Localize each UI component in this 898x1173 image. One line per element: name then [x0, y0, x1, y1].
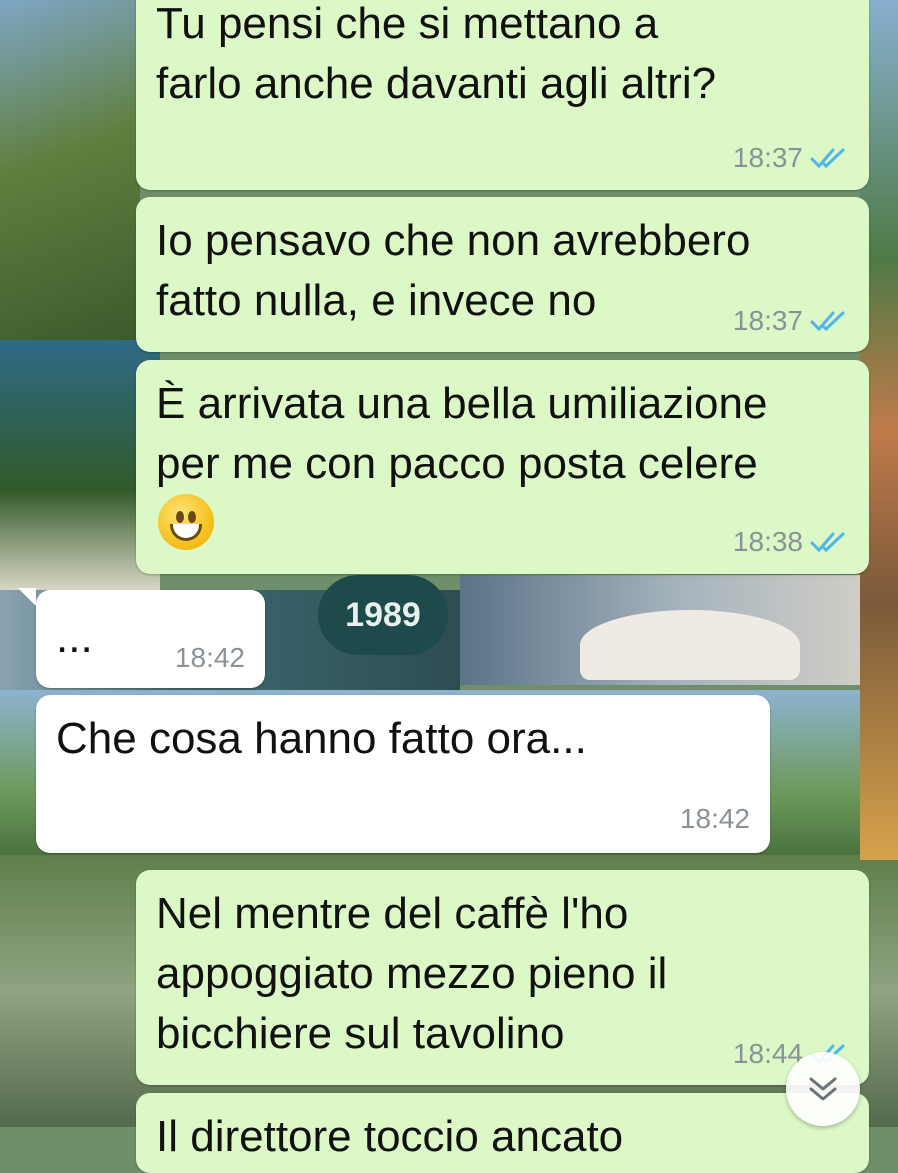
- message-meta: 18:37: [733, 305, 849, 337]
- message-bubble-incoming[interactable]: Che cosa hanno fatto ora... 18:42: [36, 695, 770, 853]
- message-time: 18:42: [679, 803, 750, 834]
- message-time: 18:38: [732, 526, 803, 557]
- message-time: 18:44: [732, 1038, 803, 1069]
- message-text: Che cosa hanno fatto ora...: [56, 714, 587, 763]
- message-meta: 18:42: [680, 803, 750, 835]
- message-bubble-incoming[interactable]: ... 18:42: [36, 590, 265, 688]
- chevron-double-down-icon: [809, 1077, 837, 1101]
- message-text: Tu pensi che si mettano a farlo anche da…: [156, 0, 717, 108]
- message-bubble-outgoing[interactable]: Il direttore toccio ancato: [136, 1093, 869, 1173]
- message-time: 18:37: [732, 305, 803, 336]
- message-emoji: [158, 494, 214, 550]
- grinning-face-icon: [158, 494, 214, 550]
- double-check-icon: [810, 148, 845, 169]
- message-text: È arrivata una bella umiliazione per me …: [156, 379, 768, 488]
- message-time: 18:42: [174, 642, 245, 673]
- message-time: 18:37: [732, 142, 803, 173]
- double-check-icon: [810, 532, 845, 553]
- scroll-to-bottom-button[interactable]: [786, 1052, 860, 1126]
- double-check-icon: [810, 311, 845, 332]
- wallpaper-tile: [0, 0, 140, 340]
- wallpaper-year-badge: 1989: [318, 575, 448, 655]
- message-bubble-outgoing[interactable]: Nel mentre del caffè l'ho appoggiato mez…: [136, 870, 869, 1085]
- wallpaper-table: [580, 610, 800, 680]
- message-text: Nel mentre del caffè l'ho appoggiato mez…: [156, 889, 668, 1058]
- message-meta: 18:42: [175, 642, 245, 674]
- message-text: Il direttore toccio ancato: [156, 1112, 624, 1161]
- message-bubble-outgoing[interactable]: Tu pensi che si mettano a farlo anche da…: [136, 0, 869, 190]
- message-bubble-outgoing[interactable]: È arrivata una bella umiliazione per me …: [136, 360, 869, 574]
- message-bubble-outgoing[interactable]: Io pensavo che non avrebbero fatto nulla…: [136, 197, 869, 352]
- message-meta: 18:37: [733, 142, 849, 174]
- bubble-tail: [18, 588, 36, 606]
- message-meta: 18:38: [733, 526, 849, 558]
